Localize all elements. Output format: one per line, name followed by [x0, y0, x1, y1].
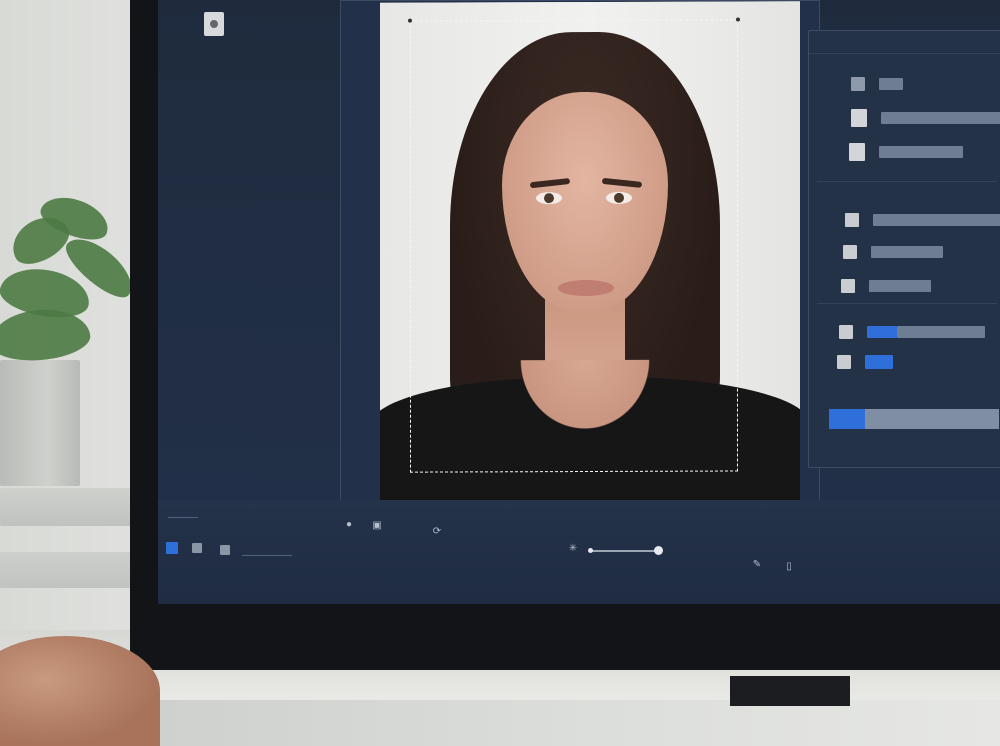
panel-row[interactable] [841, 279, 931, 293]
progress-bar [829, 409, 999, 429]
row-label-bar [869, 280, 931, 292]
image-thumbnail-icon[interactable] [204, 12, 224, 36]
row-toggle[interactable] [865, 355, 893, 369]
row-label-bar [881, 112, 1000, 124]
row-label-bar [879, 78, 903, 90]
square-icon[interactable]: ▣ [372, 521, 382, 531]
pen-icon[interactable]: ✎ [752, 560, 762, 570]
row-checkbox[interactable] [845, 213, 859, 227]
toolbar-label: ——— [168, 512, 198, 523]
panel-row[interactable] [851, 77, 903, 91]
slider-start-dot [588, 548, 593, 553]
panel-row[interactable] [849, 143, 963, 161]
row-thumbnail-icon [851, 109, 867, 127]
plant-pot [0, 360, 80, 486]
row-label-bar [873, 214, 1000, 226]
rotate-icon[interactable]: ⟳ [432, 527, 442, 537]
crop-frame[interactable] [408, 17, 740, 473]
row-thumbnail-icon [849, 143, 865, 161]
zoom-slider[interactable] [588, 546, 664, 555]
adjustments-panel [808, 30, 1000, 468]
tool-select-button[interactable] [166, 542, 178, 554]
document-icon[interactable]: ▯ [784, 562, 794, 572]
row-slider-track [897, 326, 985, 338]
panel-row[interactable] [837, 355, 893, 369]
tool-image-button[interactable] [220, 545, 230, 555]
row-checkbox[interactable] [841, 279, 855, 293]
progress-fill [829, 409, 865, 429]
panel-row[interactable] [839, 325, 985, 339]
panel-row[interactable] [845, 213, 1000, 227]
row-label-bar [879, 146, 963, 158]
row-swatch [851, 77, 865, 91]
crop-handle[interactable] [736, 17, 740, 22]
toolbar-label: ————— [242, 550, 292, 561]
panel-header [809, 31, 1000, 54]
crop-handle[interactable] [408, 18, 412, 23]
panel-row[interactable] [851, 109, 1000, 127]
row-checkbox[interactable] [843, 245, 857, 259]
panel-divider [817, 303, 997, 304]
panel-divider [817, 181, 997, 182]
tool-chat-button[interactable] [192, 543, 202, 553]
app-screen: ——— ● ▣ ⟳ ————— ✳ ✎ ▯ [158, 0, 1000, 604]
row-checkbox[interactable] [837, 355, 851, 369]
circle-icon[interactable]: ● [344, 520, 354, 530]
row-slider-fill [867, 326, 897, 338]
panel-row[interactable] [843, 245, 943, 259]
row-checkbox[interactable] [839, 325, 853, 339]
sun-icon[interactable]: ✳ [568, 544, 578, 554]
row-label-bar [871, 246, 943, 258]
row-slider[interactable] [867, 326, 985, 338]
monitor-stand [730, 676, 850, 706]
portrait-photo[interactable] [380, 1, 800, 523]
bottom-toolbar: ——— ● ▣ ⟳ ————— ✳ ✎ ▯ [158, 500, 1000, 604]
